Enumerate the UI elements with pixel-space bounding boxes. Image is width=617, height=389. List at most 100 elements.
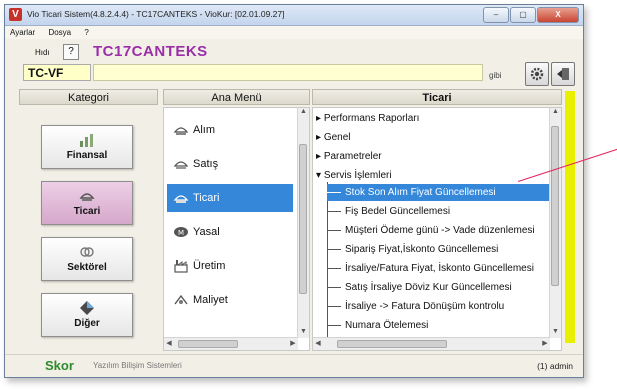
hidi-label: Hıdı bbox=[35, 48, 50, 57]
close-button[interactable]: X bbox=[537, 7, 579, 23]
tree-leaf-fis-bedel[interactable]: Fiş Bedel Güncellemesi bbox=[327, 203, 450, 220]
scroll-left-arrow-icon[interactable]: ◀ bbox=[313, 338, 323, 350]
tree-leaf-label: Satış İrsaliye Döviz Kur Güncellemesi bbox=[345, 282, 512, 293]
menu-item-label: Maliyet bbox=[193, 294, 228, 306]
sales-icon bbox=[173, 161, 189, 169]
status-bar: Skor Yazılım Bilişim Sistemleri (1) admi… bbox=[5, 354, 583, 377]
menu-bar: Ayarlar Dosya ? bbox=[5, 26, 583, 39]
menu-item-label: Yasal bbox=[193, 226, 220, 238]
scroll-up-arrow-icon[interactable]: ▲ bbox=[298, 108, 309, 118]
menu-item-ticari[interactable]: Ticari bbox=[167, 184, 293, 212]
tree-leaf-stok-son-alim[interactable]: Stok Son Alım Fiyat Güncellemesi bbox=[327, 184, 551, 201]
scroll-thumb[interactable] bbox=[337, 340, 447, 348]
app-window: V Vio Ticari Sistem(4.8.2.4.4) - TC17CAN… bbox=[4, 4, 584, 378]
tree-leaf-label: İrsaliye -> Fatura Dönüşüm kontrolu bbox=[345, 301, 505, 312]
app-logo-icon: V bbox=[9, 8, 22, 21]
category-diger-button[interactable]: Diğer bbox=[41, 293, 133, 337]
main-menu-hscroll[interactable]: ◀ ▶ bbox=[164, 337, 298, 350]
production-icon bbox=[174, 260, 188, 273]
tree-leaf-label: Sipariş Fiyat,İskonto Güncellemesi bbox=[345, 244, 499, 255]
menu-ayarlar[interactable]: Ayarlar bbox=[10, 28, 35, 37]
category-panel: Finansal Ticari Sektörel Diğer bbox=[19, 107, 158, 351]
skor-logo: Skor bbox=[45, 358, 74, 373]
tree-leaf-siparis-fiyat[interactable]: Sipariş Fiyat,İskonto Güncellemesi bbox=[327, 241, 498, 258]
tree-leaf-irsaliye-fatura-fiyat[interactable]: İrsaliye/Fatura Fiyat, İskonto Güncellem… bbox=[327, 260, 534, 277]
tree-node-parametreler[interactable]: ▸ Parametreler bbox=[316, 148, 382, 165]
menu-item-maliyet[interactable]: Maliyet bbox=[167, 286, 293, 314]
gibi-label: gibi bbox=[489, 71, 502, 80]
menu-dosya[interactable]: Dosya bbox=[48, 28, 71, 37]
menu-item-yasal[interactable]: M Yasal bbox=[167, 218, 293, 246]
help-button[interactable]: ? bbox=[63, 44, 79, 60]
scroll-thumb[interactable] bbox=[299, 144, 307, 294]
main-panels: Kategori Ana Menü Ticari Finansal Ticari bbox=[19, 89, 573, 351]
tree-leaf-numara-otelemesi[interactable]: Numara Ötelemesi bbox=[327, 317, 428, 334]
title-bar[interactable]: V Vio Ticari Sistem(4.8.2.4.4) - TC17CAN… bbox=[5, 5, 583, 26]
menu-help[interactable]: ? bbox=[84, 28, 88, 37]
category-ticari-button[interactable]: Ticari bbox=[41, 181, 133, 225]
tree-node-label: Genel bbox=[323, 132, 351, 143]
menu-item-satis[interactable]: Satış bbox=[167, 150, 293, 178]
finance-icon bbox=[80, 134, 93, 147]
search-input[interactable] bbox=[93, 64, 483, 81]
category-finansal-button[interactable]: Finansal bbox=[41, 125, 133, 169]
legal-icon: M bbox=[174, 227, 188, 237]
settings-button[interactable] bbox=[525, 62, 549, 86]
purchase-icon bbox=[173, 127, 189, 135]
window-title: Vio Ticari Sistem(4.8.2.4.4) - TC17CANTE… bbox=[27, 9, 285, 19]
gear-icon bbox=[530, 67, 544, 81]
tree-leaf-label: Müşteri Ödeme günü -> Vade düzenlemesi bbox=[345, 225, 535, 236]
menu-item-uretim[interactable]: Üretim bbox=[167, 252, 293, 280]
menu-item-label: Alım bbox=[193, 124, 215, 136]
minimize-button[interactable]: – bbox=[483, 7, 509, 23]
exit-icon bbox=[557, 68, 569, 80]
category-sektorel-button[interactable]: Sektörel bbox=[41, 237, 133, 281]
menu-item-label: Ticari bbox=[193, 192, 220, 204]
sector-icon bbox=[80, 247, 94, 257]
tree-leaf-label: Stok Son Alım Fiyat Güncellemesi bbox=[345, 187, 496, 198]
scroll-right-arrow-icon[interactable]: ▶ bbox=[288, 338, 298, 350]
category-label: Finansal bbox=[66, 150, 108, 161]
commerce-icon bbox=[173, 195, 189, 203]
ticari-header: Ticari bbox=[312, 89, 562, 105]
tree-leaf-label: Numara Ötelemesi bbox=[345, 320, 429, 331]
tree-node-label: Servis İşlemleri bbox=[323, 170, 392, 181]
ana-menu-header: Ana Menü bbox=[163, 89, 310, 105]
tree-leaf-musteri-odeme[interactable]: Müşteri Ödeme günü -> Vade düzenlemesi bbox=[327, 222, 535, 239]
other-icon bbox=[80, 301, 94, 315]
window-controls: – ▢ X bbox=[483, 7, 579, 23]
menu-item-label: Satış bbox=[193, 158, 219, 170]
tree-leaf-satis-irsaliye-kur[interactable]: Satış İrsaliye Döviz Kur Güncellemesi bbox=[327, 279, 512, 296]
tree-vscroll[interactable]: ▲ ▼ bbox=[549, 108, 561, 338]
tree-hscroll[interactable]: ◀ ▶ bbox=[313, 337, 550, 350]
company-subtitle: Yazılım Bilişim Sistemleri bbox=[93, 361, 182, 370]
main-menu-vscroll[interactable]: ▲ ▼ bbox=[297, 108, 309, 338]
main-menu-panel: Alım Satış Ticari M Yasal Üretim Maliyet bbox=[163, 107, 310, 351]
header: Hıdı ? TC17CANTEKS TC-VF gibi bbox=[5, 40, 583, 86]
category-label: Ticari bbox=[73, 206, 101, 217]
commerce-icon bbox=[79, 193, 95, 201]
tree-leaf-label: İrsaliye/Fatura Fiyat, İskonto Güncellem… bbox=[345, 263, 534, 274]
category-label: Sektörel bbox=[67, 262, 107, 273]
maximize-button[interactable]: ▢ bbox=[510, 7, 536, 23]
tree-leaf-irsaliye-fatura-donusum[interactable]: İrsaliye -> Fatura Dönüşüm kontrolu bbox=[327, 298, 504, 315]
company-name: TC17CANTEKS bbox=[93, 43, 208, 60]
exit-button[interactable] bbox=[551, 62, 575, 86]
company-code-field[interactable]: TC-VF bbox=[23, 64, 91, 81]
tree-node-label: Parametreler bbox=[323, 151, 382, 162]
tree-leaf-label: Fiş Bedel Güncellemesi bbox=[345, 206, 451, 217]
menu-item-label: Üretim bbox=[193, 260, 226, 272]
scroll-up-arrow-icon[interactable]: ▲ bbox=[550, 108, 561, 118]
scroll-left-arrow-icon[interactable]: ◀ bbox=[164, 338, 174, 350]
cost-icon bbox=[174, 294, 188, 305]
kategori-header: Kategori bbox=[19, 89, 158, 105]
scroll-thumb[interactable] bbox=[178, 340, 238, 348]
scroll-down-arrow-icon[interactable]: ▼ bbox=[550, 328, 561, 338]
menu-item-alim[interactable]: Alım bbox=[167, 116, 293, 144]
scroll-thumb[interactable] bbox=[551, 126, 559, 286]
scroll-down-arrow-icon[interactable]: ▼ bbox=[298, 328, 309, 338]
scroll-right-arrow-icon[interactable]: ▶ bbox=[540, 338, 550, 350]
function-tree-panel: ▸ Performans Raporları ▸ Genel ▸ Paramet… bbox=[312, 107, 562, 351]
tree-node-performans[interactable]: ▸ Performans Raporları bbox=[316, 110, 419, 127]
tree-node-genel[interactable]: ▸ Genel bbox=[316, 129, 351, 146]
